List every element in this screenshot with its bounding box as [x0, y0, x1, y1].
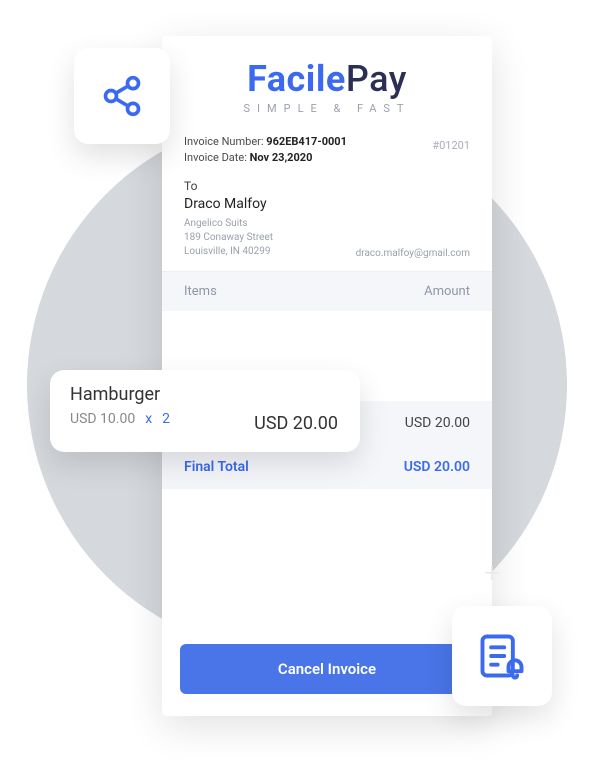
recipient-addr1: 189 Conaway Street	[184, 231, 470, 245]
final-total-value: USD 20.00	[404, 459, 470, 475]
items-column-label: Items	[184, 284, 217, 299]
share-card[interactable]	[74, 48, 170, 144]
invoice-date-label: Invoice Date:	[184, 151, 247, 164]
item-name: Hamburger	[70, 384, 340, 405]
item-unit-price: USD 10.00	[70, 411, 135, 427]
recipient-company: Angelico Suits	[184, 217, 470, 231]
invoice-date-row: Invoice Date: Nov 23,2020	[184, 151, 470, 164]
invoice-number-row: Invoice Number: 962EB417-0001	[184, 135, 470, 148]
share-icon	[100, 74, 144, 118]
items-header: Items Amount	[162, 271, 492, 311]
brand-logo: FacilePay	[162, 58, 492, 100]
invoice-short-number: #01201	[432, 139, 470, 152]
invoice-meta: Invoice Number: 962EB417-0001 Invoice Da…	[162, 121, 492, 173]
recipient-name: Draco Malfoy	[184, 196, 470, 212]
brand-header: FacilePay SIMPLE & FAST	[162, 36, 492, 121]
multiply-symbol: x	[145, 411, 152, 427]
amount-column-label: Amount	[424, 284, 470, 299]
recipient-block: To Draco Malfoy Angelico Suits 189 Conaw…	[162, 173, 492, 271]
reminder-list-icon	[476, 630, 528, 682]
brand-pay: Pay	[346, 58, 407, 100]
line-item-card[interactable]: Hamburger USD 10.00 x 2 USD 20.00	[50, 370, 360, 452]
reminder-card[interactable]	[452, 606, 552, 706]
brand-facile: Facile	[247, 58, 346, 100]
invoice-date-value: Nov 23,2020	[250, 151, 313, 164]
brand-tagline: SIMPLE & FAST	[162, 102, 492, 115]
cancel-invoice-button[interactable]: Cancel Invoice	[180, 644, 474, 694]
final-total-label: Final Total	[184, 459, 249, 475]
to-label: To	[184, 179, 470, 193]
invoice-number-label: Invoice Number:	[184, 135, 264, 148]
add-item-button[interactable]: +	[484, 556, 500, 589]
invoice-number-value: 962EB417-0001	[266, 135, 347, 148]
recipient-email: draco.malfoy@gmail.com	[356, 248, 470, 259]
subtotal-value: USD 20.00	[405, 415, 470, 431]
item-qty: 2	[162, 411, 170, 427]
item-line-total: USD 20.00	[254, 413, 338, 434]
